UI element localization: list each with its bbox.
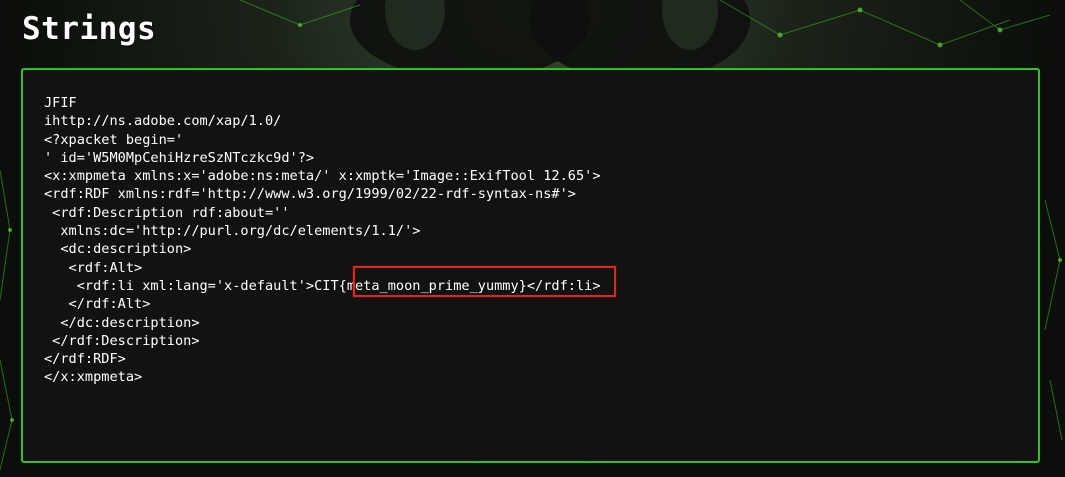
string-line: </rdf:Alt> xyxy=(44,296,151,313)
string-line: </x:xmpmeta> xyxy=(44,369,143,386)
flag-highlight-box xyxy=(353,266,616,297)
string-line: <?xpacket begin=' xyxy=(44,131,184,148)
strings-output-panel: JFIF ihttp://ns.adobe.com/xap/1.0/<?xpack… xyxy=(21,68,1040,463)
string-line: ' id='W5M0MpCehiHzreSzNTczkc9d'?> xyxy=(44,149,315,166)
strings-text[interactable]: JFIF ihttp://ns.adobe.com/xap/1.0/<?xpack… xyxy=(44,94,601,387)
string-line: ihttp://ns.adobe.com/xap/1.0/ xyxy=(44,113,282,130)
string-line: xmlns:dc='http://purl.org/dc/elements/1.… xyxy=(44,223,421,240)
string-line: </rdf:RDF> xyxy=(44,351,126,368)
string-line: <dc:description> xyxy=(44,241,192,258)
string-line: </rdf:Description> xyxy=(44,332,200,349)
page-title: Strings xyxy=(22,11,157,47)
string-line: <rdf:RDF xmlns:rdf='http://www.w3.org/19… xyxy=(44,186,576,203)
string-line: </dc:description> xyxy=(44,314,200,331)
string-line: <rdf:Description rdf:about='' xyxy=(44,204,290,221)
string-line: JFIF xyxy=(44,95,77,111)
string-line: <x:xmpmeta xmlns:x='adobe:ns:meta/' x:xm… xyxy=(44,168,601,185)
